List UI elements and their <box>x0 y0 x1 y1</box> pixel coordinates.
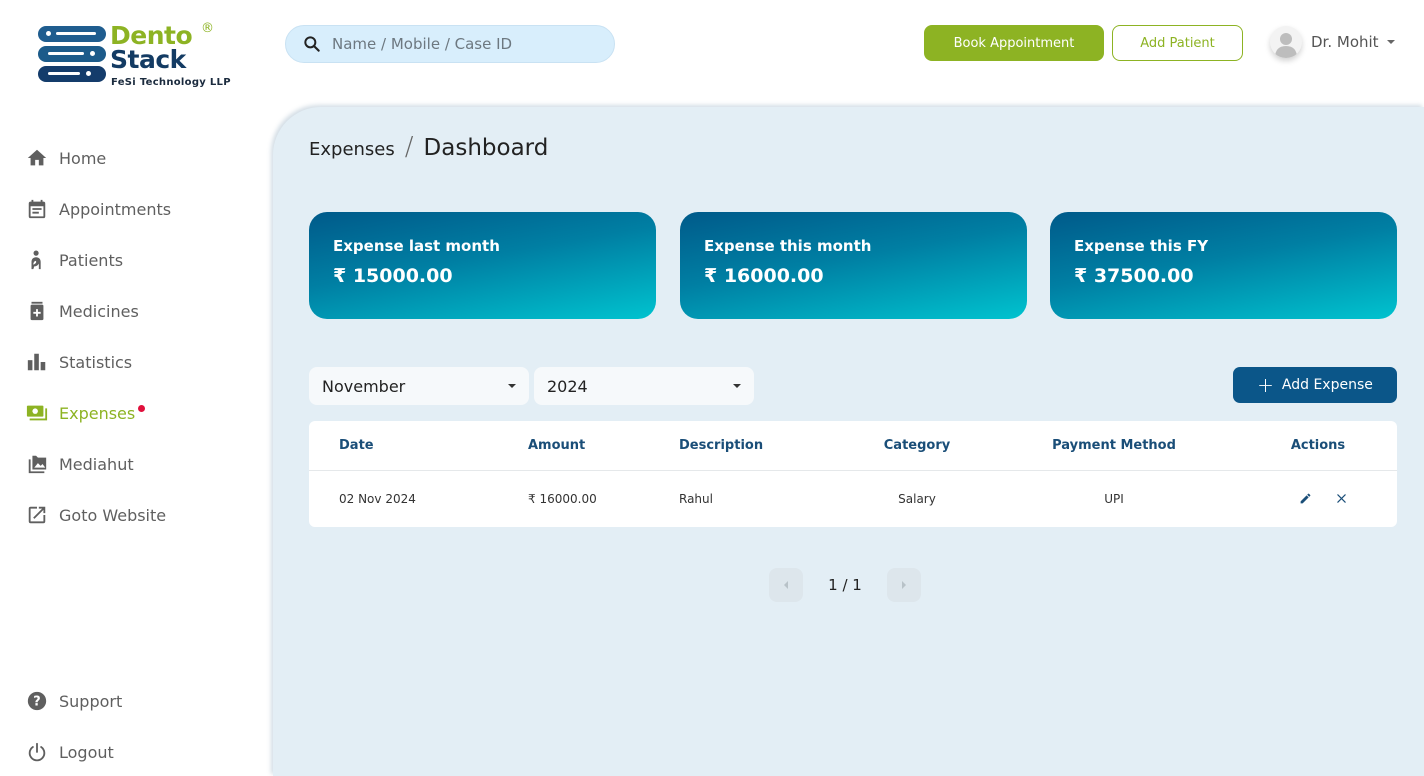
breadcrumb-separator: / <box>405 132 414 162</box>
help-icon: ? <box>26 690 48 712</box>
card-title: Expense this month <box>704 237 1003 255</box>
chevron-left-icon <box>782 580 790 590</box>
money-icon <box>26 402 48 424</box>
sidebar-item-home[interactable]: Home <box>26 143 246 173</box>
column-header-date: Date <box>339 421 374 470</box>
cell-category: Salary <box>857 471 977 526</box>
card-value: ₹ 37500.00 <box>1074 265 1373 287</box>
delete-icon[interactable] <box>1333 491 1349 507</box>
sidebar-item-statistics[interactable]: Statistics <box>26 347 246 377</box>
year-select-value: 2024 <box>547 377 588 396</box>
breadcrumb-parent[interactable]: Expenses <box>309 139 395 160</box>
card-value: ₹ 15000.00 <box>333 265 632 287</box>
table-row: 02 Nov 2024 ₹ 16000.00 Rahul Salary UPI <box>309 471 1397 526</box>
card-title: Expense this FY <box>1074 237 1373 255</box>
column-header-description: Description <box>679 421 763 470</box>
card-value: ₹ 16000.00 <box>704 265 1003 287</box>
pagination: 1 / 1 <box>769 568 921 602</box>
registered-mark: ® <box>201 21 214 36</box>
sidebar-item-medicines[interactable]: Medicines <box>26 296 246 326</box>
home-icon <box>26 147 48 169</box>
table-header: Date Amount Description Category Payment… <box>309 421 1397 471</box>
sidebar-item-label: Mediahut <box>59 455 134 474</box>
sidebar-item-label: Medicines <box>59 302 139 321</box>
add-expense-button[interactable]: + Add Expense <box>1233 367 1397 403</box>
cell-actions <box>1297 471 1349 526</box>
column-header-payment-method: Payment Method <box>1034 421 1194 470</box>
column-header-actions: Actions <box>1269 421 1367 470</box>
page-indicator: 1 / 1 <box>803 576 887 594</box>
sidebar-item-mediahut[interactable]: Mediahut <box>26 449 246 479</box>
edit-icon[interactable] <box>1297 491 1313 507</box>
medicine-icon <box>26 300 48 322</box>
search-icon <box>302 34 322 54</box>
year-select[interactable]: 2024 <box>534 367 754 405</box>
next-page-button[interactable] <box>887 568 921 602</box>
sidebar-item-label: Statistics <box>59 353 132 372</box>
brand-company: FeSi Technology LLP <box>111 77 231 88</box>
sidebar-item-goto-website[interactable]: Goto Website <box>26 500 246 530</box>
chevron-down-icon <box>508 384 516 388</box>
brand-name-line2: Stack <box>110 45 186 74</box>
sidebar-item-label: Goto Website <box>59 506 166 525</box>
bar-chart-icon <box>26 351 48 373</box>
patient-icon <box>26 249 48 271</box>
user-name: Dr. Mohit <box>1311 33 1379 51</box>
cell-description: Rahul <box>679 471 713 526</box>
external-link-icon <box>26 504 48 526</box>
power-icon <box>26 741 48 763</box>
avatar <box>1270 26 1302 58</box>
sidebar-item-patients[interactable]: Patients <box>26 245 246 275</box>
photo-library-icon <box>26 453 48 475</box>
page-title: Dashboard <box>424 135 549 161</box>
chevron-right-icon <box>900 580 908 590</box>
chevron-down-icon <box>1387 40 1395 44</box>
logo-server-icon <box>38 26 106 86</box>
cell-amount: ₹ 16000.00 <box>528 471 597 526</box>
expenses-table: Date Amount Description Category Payment… <box>309 421 1397 527</box>
month-select-value: November <box>322 377 405 396</box>
column-header-category: Category <box>857 421 977 470</box>
notification-dot <box>138 405 145 412</box>
month-select[interactable]: November <box>309 367 529 405</box>
chevron-down-icon <box>733 384 741 388</box>
add-expense-label: Add Expense <box>1282 377 1373 393</box>
add-patient-button[interactable]: Add Patient <box>1112 25 1243 61</box>
sidebar-item-label: Expenses <box>59 404 135 423</box>
user-silhouette-icon <box>1273 30 1299 58</box>
main-panel: Expenses / Dashboard Expense last month … <box>273 107 1424 776</box>
cell-payment-method: UPI <box>1034 471 1194 526</box>
user-menu[interactable]: Dr. Mohit <box>1270 26 1395 58</box>
sidebar-item-expenses[interactable]: Expenses <box>26 398 246 428</box>
card-expense-this-fy: Expense this FY ₹ 37500.00 <box>1050 212 1397 319</box>
card-title: Expense last month <box>333 237 632 255</box>
calendar-icon <box>26 198 48 220</box>
sidebar-item-logout[interactable]: Logout <box>26 737 246 767</box>
svg-text:?: ? <box>33 695 40 710</box>
search-box[interactable] <box>285 25 615 63</box>
sidebar-item-label: Support <box>59 692 122 711</box>
plus-icon: + <box>1257 375 1274 395</box>
sidebar-item-label: Appointments <box>59 200 171 219</box>
sidebar-item-appointments[interactable]: Appointments <box>26 194 246 224</box>
sidebar-item-label: Home <box>59 149 106 168</box>
sidebar-item-label: Logout <box>59 743 114 762</box>
brand-logo[interactable]: Dento ® Stack FeSi Technology LLP <box>36 22 236 92</box>
search-input[interactable] <box>332 35 592 53</box>
previous-page-button[interactable] <box>769 568 803 602</box>
book-appointment-button[interactable]: Book Appointment <box>924 25 1104 61</box>
card-expense-last-month: Expense last month ₹ 15000.00 <box>309 212 656 319</box>
sidebar-item-support[interactable]: ? Support <box>26 686 246 716</box>
cell-date: 02 Nov 2024 <box>339 471 416 526</box>
card-expense-this-month: Expense this month ₹ 16000.00 <box>680 212 1027 319</box>
breadcrumb: Expenses / Dashboard <box>309 132 548 162</box>
sidebar-item-label: Patients <box>59 251 123 270</box>
column-header-amount: Amount <box>528 421 585 470</box>
